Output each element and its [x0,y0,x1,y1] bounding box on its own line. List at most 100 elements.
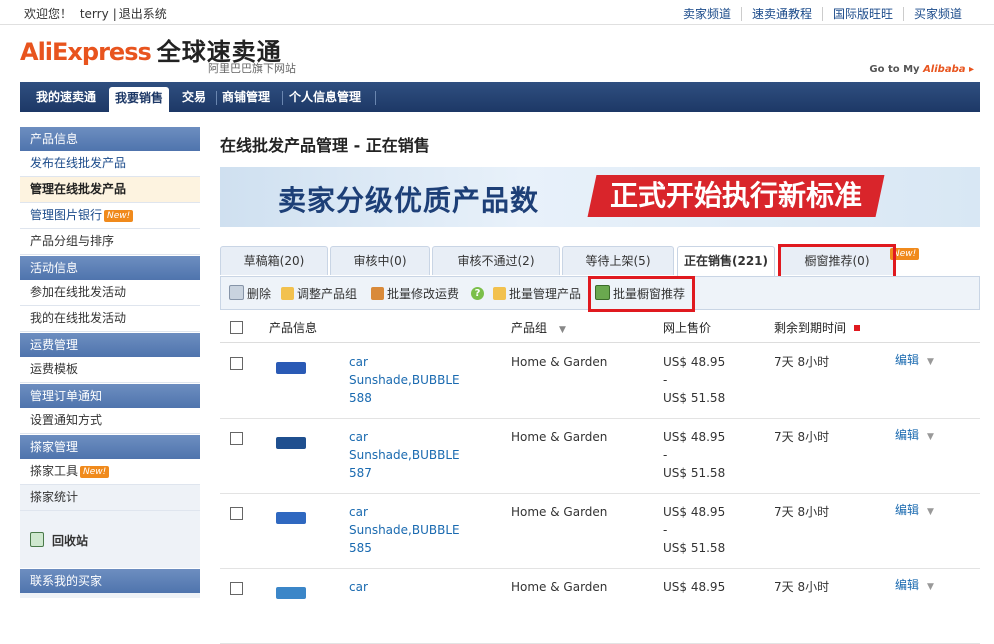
sidebar-section-product[interactable]: 产品信息 [20,126,200,151]
nav-tab-profile[interactable]: 个人信息管理 [289,88,361,110]
sidebar-item-notice-settings[interactable]: 设置通知方式 [20,408,200,434]
sidebar-item-publish[interactable]: 发布在线批发产品 [20,151,200,177]
select-all-checkbox[interactable] [230,321,243,334]
welcome-area: 欢迎您！ terry | 退出系统 [24,7,167,21]
sidebar-section-shipping[interactable]: 运费管理 [20,332,200,357]
recycle-label: 回收站 [52,534,89,548]
new-badge: New! [80,466,110,478]
recycle-icon [30,532,44,547]
sidebar-item-image-bank[interactable]: 管理图片银行 New! [20,203,200,229]
expiry-time: 7天 8小时 [774,505,830,519]
banner-text-right: 正式开始执行新标准 [587,175,885,217]
row-checkbox[interactable] [230,432,243,445]
logo-subtitle: 阿里巴巴旗下网站 [208,62,296,75]
nav-tab-trade[interactable]: 交易 [182,88,206,110]
batch-shipping-button[interactable]: 批量修改运费 [371,285,459,302]
product-name-link[interactable]: car Sunshade,BUBBLE 587 [349,428,479,482]
top-bar: 欢迎您！ terry | 退出系统 卖家频道 速卖通教程 国际版旺旺 买家频道 [0,0,994,25]
adjust-group-button[interactable]: 调整产品组 [281,285,357,302]
sidebar-item-stats[interactable]: 搽家统计 [20,485,200,511]
folder-icon [493,287,506,300]
promo-banner[interactable]: 卖家分级优质产品数 正式开始执行新标准 [220,167,980,227]
product-group: Home & Garden [511,580,608,594]
sidebar-section-order-notice[interactable]: 管理订单通知 [20,383,200,408]
tutorial-link[interactable]: 速卖通教程 [740,7,822,21]
table-row: car Sunshade,BUBBLE 587 Home & Garden US$ … [220,418,980,494]
username: terry [79,7,109,21]
product-group: Home & Garden [511,505,608,519]
chevron-down-icon[interactable]: ▼ [927,432,934,442]
main-nav: 我的速卖通 我要销售 交易 商铺管理 个人信息管理 [20,82,980,112]
product-thumbnail[interactable] [276,437,306,449]
table-header: 产品信息 产品组 ▼ 网上售价 剩余到期时间 [220,312,980,343]
tab-reviewing[interactable]: 审核中(0) [330,246,430,275]
seller-channel-link[interactable]: 卖家频道 [673,7,741,21]
product-group: Home & Garden [511,355,608,369]
chevron-down-icon[interactable]: ▼ [927,357,934,367]
batch-manage-button[interactable]: 批量管理产品 [493,285,581,302]
aliexpress-logo: AliExpress [20,38,152,66]
highlight-box [778,244,896,280]
edit-link[interactable]: 编辑 ▼ [895,501,934,521]
chevron-down-icon[interactable]: ▼ [927,582,934,592]
sidebar-section-tools[interactable]: 搽家管理 [20,434,200,459]
sidebar: 产品信息 发布在线批发产品 管理在线批发产品 管理图片银行 New! 产品分组与排… [20,126,200,598]
product-thumbnail[interactable] [276,587,306,599]
edit-link[interactable]: 编辑 ▼ [895,576,934,596]
tab-rejected[interactable]: 审核不通过(2) [432,246,560,275]
sort-down-icon: ▼ [559,325,566,335]
buyer-channel-link[interactable]: 买家频道 [902,7,972,21]
logout-link[interactable]: 退出系统 [119,7,167,21]
edit-link[interactable]: 编辑 ▼ [895,426,934,446]
sidebar-item-join-activity[interactable]: 参加在线批发活动 [20,280,200,306]
delete-button[interactable]: 删除 [229,285,271,302]
row-checkbox[interactable] [230,582,243,595]
sidebar-section-contact[interactable]: 联系我的买家 [20,568,200,593]
header-expiry[interactable]: 剩余到期时间 [774,319,861,336]
product-name-link[interactable]: car [349,578,479,596]
goto-alibaba-link[interactable]: Go to My Alibaba ▸ [869,64,974,75]
top-links: 卖家频道 速卖通教程 国际版旺旺 买家频道 [673,5,972,22]
recycle-bin[interactable]: 回收站 [20,521,200,561]
tab-on-sale[interactable]: 正在销售(221) [677,246,775,277]
tab-pending-listing[interactable]: 等待上架(5) [562,246,674,275]
nav-tab-selling[interactable]: 我要销售 [109,87,170,112]
product-thumbnail[interactable] [276,512,306,524]
nav-divider [375,91,376,105]
price-range: US$ 48.95- US$ 51.58 [663,355,726,405]
expiry-time: 7天 8小时 [774,580,830,594]
product-name-link[interactable]: car Sunshade,BUBBLE 585 [349,503,479,557]
sidebar-item-grouping[interactable]: 产品分组与排序 [20,229,200,255]
sidebar-item-my-activity[interactable]: 我的在线批发活动 [20,306,200,332]
alibaba-logo: Alibaba [923,64,966,75]
edit-link[interactable]: 编辑 ▼ [895,351,934,371]
sidebar-section-activity[interactable]: 活动信息 [20,255,200,280]
goto-text: Go to My [869,64,920,75]
row-checkbox[interactable] [230,357,243,370]
table-row: car Home & Garden US$ 48.95 7天 8小时 编辑 ▼ [220,568,980,644]
product-name-link[interactable]: car Sunshade,BUBBLE 588 [349,353,479,407]
tab-drafts[interactable]: 草稿箱(20) [220,246,328,275]
table-row: car Sunshade,BUBBLE 588 Home & Garden US$ … [220,343,980,419]
header-product-group[interactable]: 产品组 ▼ [511,319,566,336]
price-range: US$ 48.95 [663,580,726,594]
nav-tab-my-aliexpress[interactable]: 我的速卖通 [36,88,96,110]
banner-text-left: 卖家分级优质产品数 [278,184,540,217]
row-checkbox[interactable] [230,507,243,520]
page-title: 在线批发产品管理 - 正在销售 [220,136,430,155]
sidebar-item-manage-products[interactable]: 管理在线批发产品 [20,177,200,203]
help-icon[interactable]: ? [471,285,484,300]
price-range: US$ 48.95- US$ 51.58 [663,430,726,480]
sidebar-item-shipping-template[interactable]: 运费模板 [20,357,200,383]
sidebar-item-tools[interactable]: 搽家工具 New! [20,459,200,485]
wangwang-link[interactable]: 国际版旺旺 [821,7,903,21]
site-logo[interactable]: AliExpress 全球速卖通 阿里巴巴旗下网站 [20,32,296,78]
expiry-time: 7天 8小时 [774,430,830,444]
nav-divider [216,91,217,105]
chevron-down-icon[interactable]: ▼ [927,507,934,517]
nav-tab-store[interactable]: 商铺管理 [222,88,270,110]
product-thumbnail[interactable] [276,362,306,374]
expiry-time: 7天 8小时 [774,355,830,369]
new-badge: New! [104,210,134,222]
header-price: 网上售价 [663,321,712,335]
